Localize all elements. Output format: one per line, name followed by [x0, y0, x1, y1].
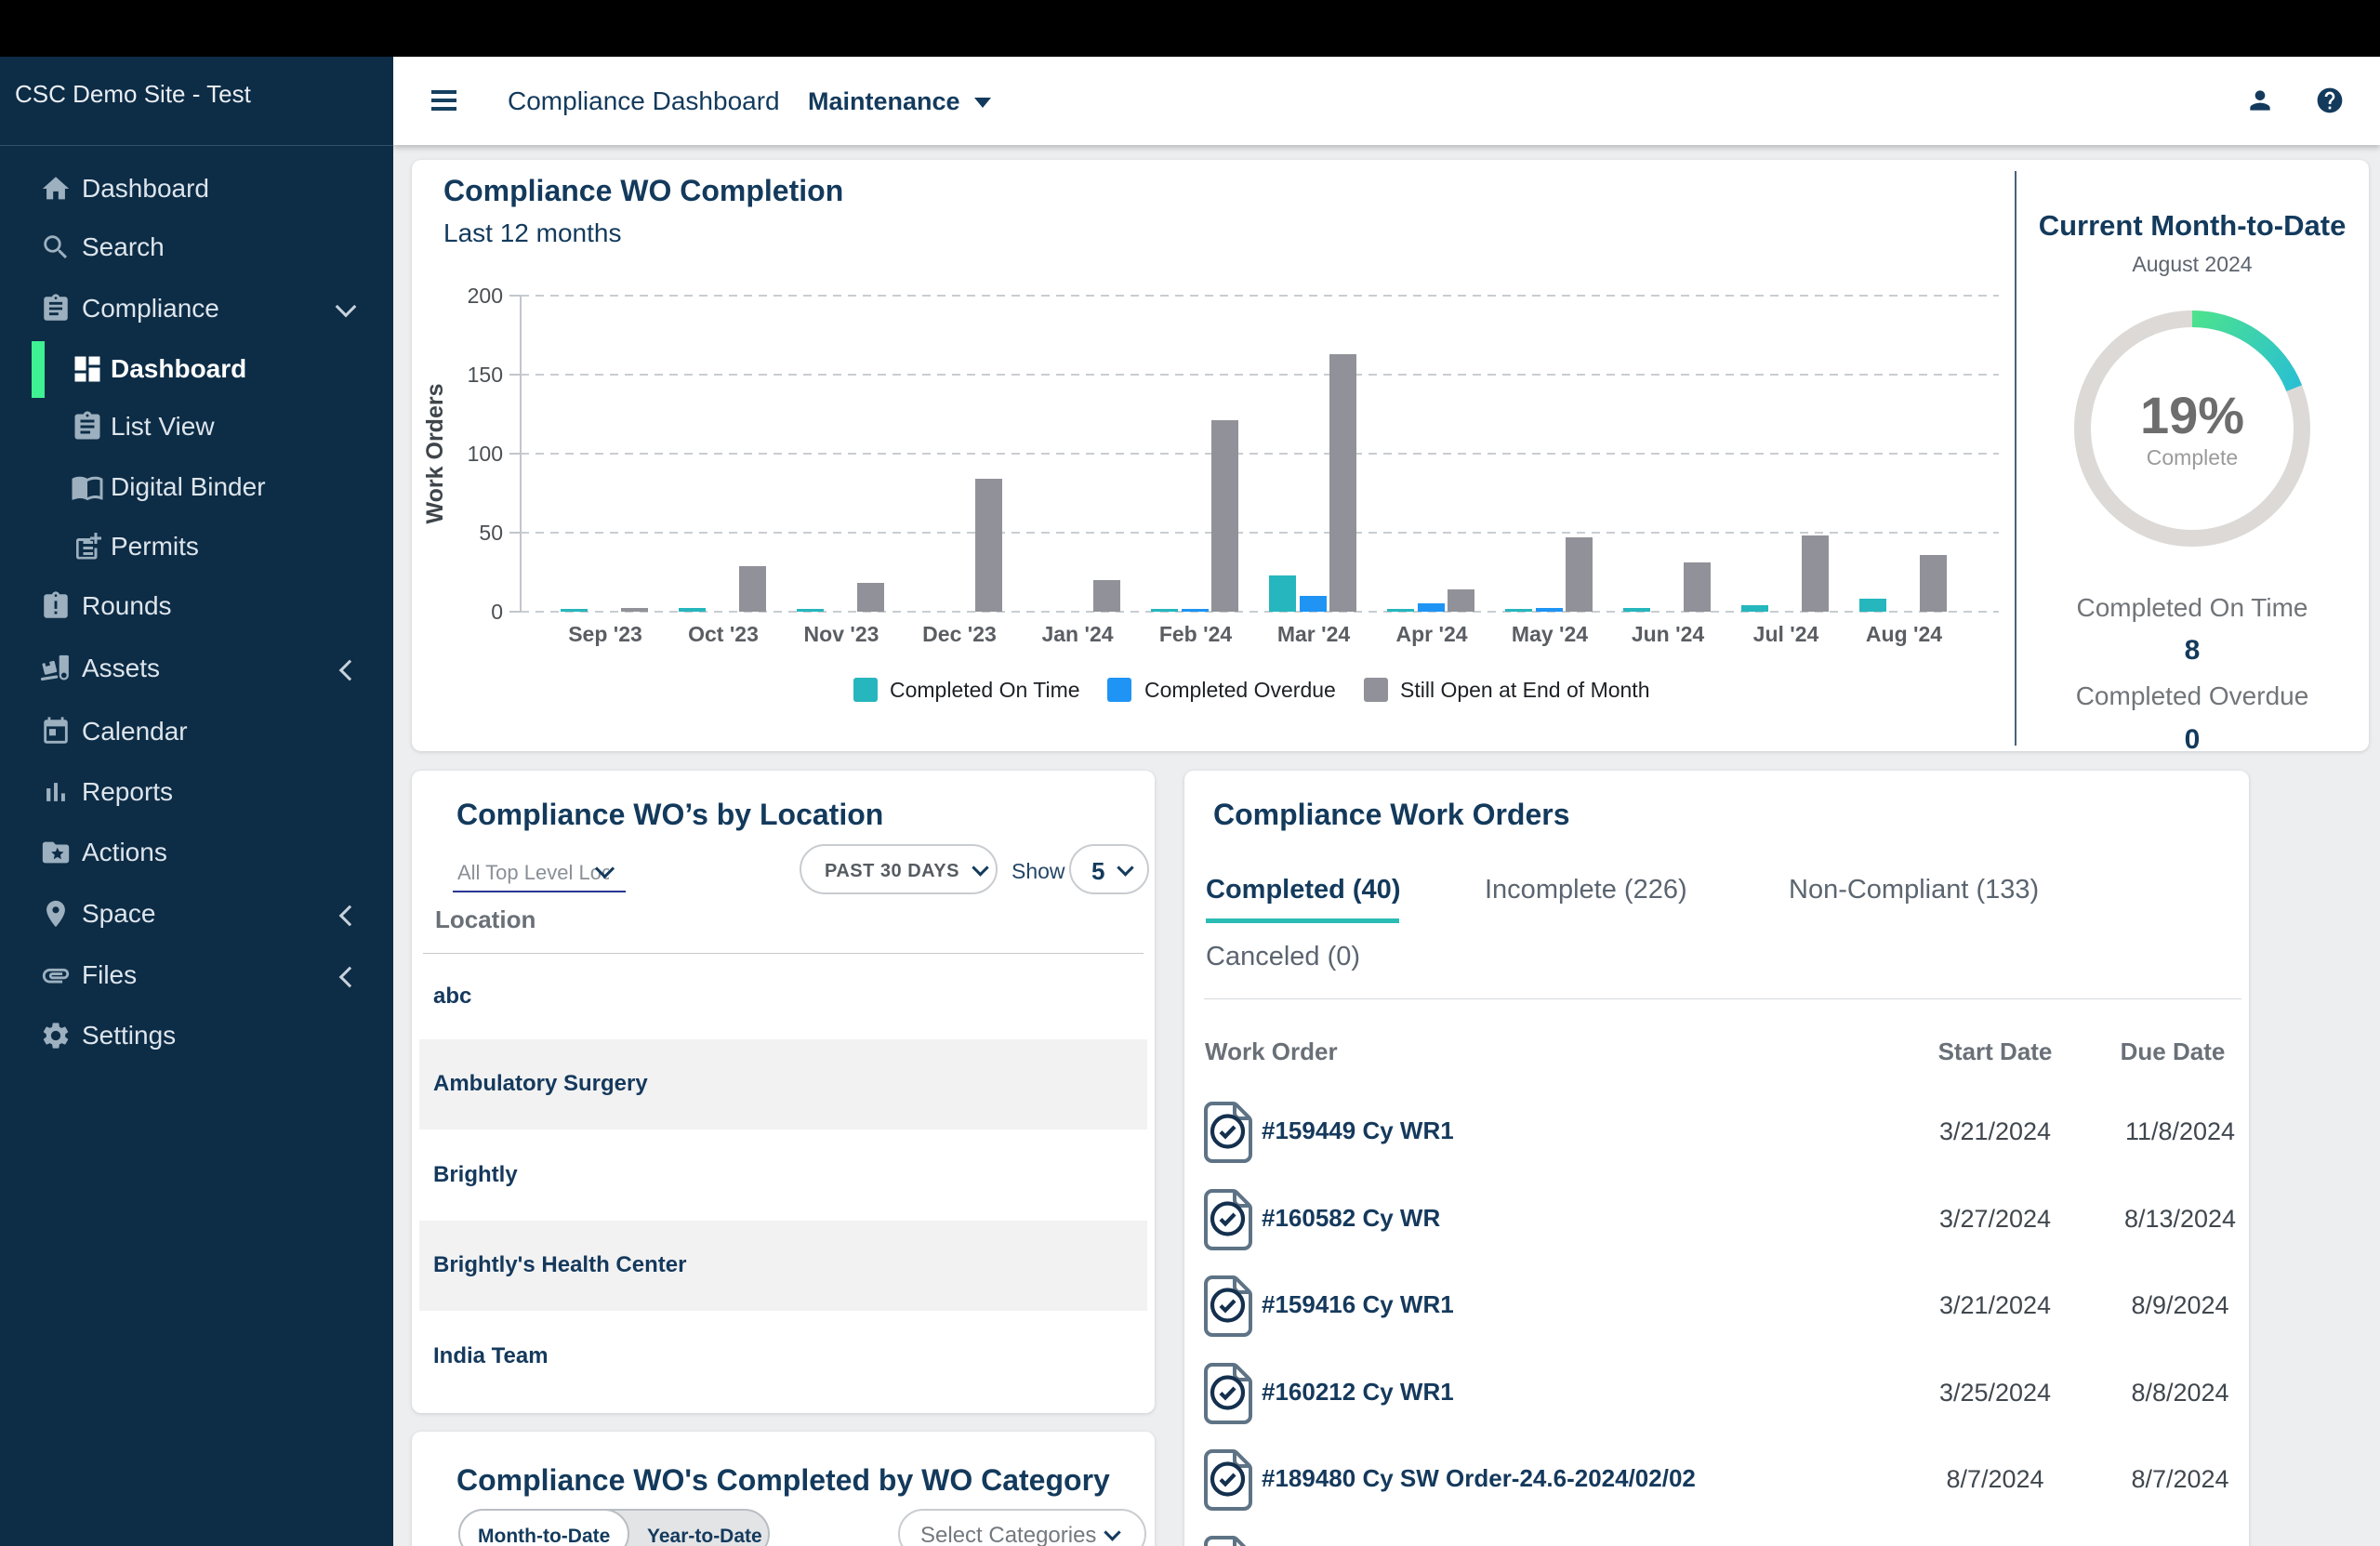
- svg-text:Current Month-to-Date: Current Month-to-Date: [2039, 209, 2347, 242]
- svg-text:Jul '24: Jul '24: [1753, 622, 1819, 646]
- svg-text:200: 200: [468, 284, 503, 308]
- svg-text:Still Open at End of Month: Still Open at End of Month: [1400, 678, 1650, 702]
- svg-text:Dec '23: Dec '23: [922, 622, 997, 646]
- svg-text:Completed Overdue: Completed Overdue: [2076, 681, 2309, 710]
- svg-text:Aug '24: Aug '24: [1866, 622, 1942, 646]
- svg-text:8: 8: [2185, 635, 2201, 666]
- svg-text:Sep '23: Sep '23: [568, 622, 642, 646]
- svg-text:100: 100: [468, 442, 503, 466]
- svg-text:Oct '23: Oct '23: [688, 622, 759, 646]
- svg-text:Completed Overdue: Completed Overdue: [1144, 678, 1336, 702]
- svg-text:Jun '24: Jun '24: [1632, 622, 1705, 646]
- svg-text:Feb '24: Feb '24: [1159, 622, 1233, 646]
- svg-text:May '24: May '24: [1512, 622, 1588, 646]
- svg-text:Work Orders: Work Orders: [422, 384, 448, 524]
- svg-text:Nov '23: Nov '23: [804, 622, 879, 646]
- svg-text:0: 0: [2185, 724, 2201, 751]
- svg-text:0: 0: [491, 600, 503, 624]
- svg-text:August 2024: August 2024: [2132, 252, 2252, 276]
- svg-text:Complete: Complete: [2147, 445, 2238, 469]
- svg-text:19%: 19%: [2140, 386, 2244, 444]
- svg-text:Mar '24: Mar '24: [1277, 622, 1351, 646]
- svg-text:50: 50: [479, 521, 503, 545]
- svg-text:Jan '24: Jan '24: [1041, 622, 1113, 646]
- svg-text:Apr '24: Apr '24: [1395, 622, 1467, 646]
- svg-text:Completed On Time: Completed On Time: [890, 678, 1080, 702]
- svg-text:150: 150: [468, 363, 503, 387]
- svg-text:Completed On Time: Completed On Time: [2077, 593, 2308, 622]
